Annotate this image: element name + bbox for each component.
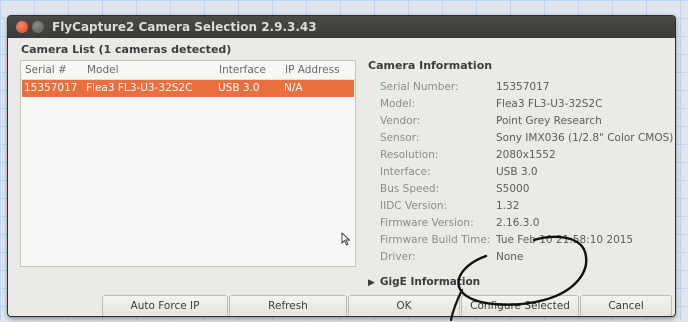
refresh-button[interactable]: Refresh <box>229 295 347 316</box>
info-value: Sony IMX036 (1/2.8" Color CMOS) <box>496 132 674 144</box>
configure-selected-button[interactable]: Configure Selected <box>461 295 579 316</box>
row-interface: USB 3.0 <box>218 82 260 94</box>
gige-information-expander[interactable]: ▶ GigE Information <box>368 276 480 288</box>
column-header-serial[interactable]: Serial # <box>25 64 67 76</box>
info-value: 2.16.3.0 <box>496 217 540 229</box>
info-label: Sensor: <box>380 132 420 144</box>
info-row-resolution: Resolution: 2080x1552 <box>380 149 675 165</box>
camera-list-title: Camera List (1 cameras detected) <box>21 43 232 56</box>
column-header-interface[interactable]: Interface <box>219 64 266 76</box>
info-row-iidc-version: IIDC Version: 1.32 <box>380 200 675 216</box>
info-value: Point Grey Research <box>496 115 602 127</box>
info-value: 15357017 <box>496 81 550 93</box>
info-value: None <box>496 251 524 263</box>
cancel-button[interactable]: Cancel <box>580 295 672 316</box>
info-value: USB 3.0 <box>496 166 538 178</box>
info-label: Resolution: <box>380 149 439 161</box>
close-icon[interactable] <box>16 21 28 33</box>
info-label: Serial Number: <box>380 81 459 93</box>
window-title: FlyCapture2 Camera Selection 2.9.3.43 <box>52 20 317 34</box>
info-label: Vendor: <box>380 115 421 127</box>
info-value: 2080x1552 <box>496 149 556 161</box>
info-row-driver: Driver: None <box>380 251 675 267</box>
info-row-firmware-build-time: Firmware Build Time: Tue Feb 10 21:58:10… <box>380 234 675 250</box>
info-row-model: Model: Flea3 FL3-U3-32S2C <box>380 98 675 114</box>
expander-arrow-icon: ▶ <box>368 278 375 288</box>
info-row-serial-number: Serial Number: 15357017 <box>380 81 675 97</box>
column-header-ip-address[interactable]: IP Address <box>285 64 340 76</box>
title-bar[interactable]: FlyCapture2 Camera Selection 2.9.3.43 <box>8 16 675 38</box>
info-label: IIDC Version: <box>380 200 448 212</box>
row-model: Flea3 FL3-U3-32S2C <box>86 82 193 94</box>
info-row-firmware-version: Firmware Version: 2.16.3.0 <box>380 217 675 233</box>
info-value: Tue Feb 10 21:58:10 2015 <box>496 234 634 246</box>
minimize-icon[interactable] <box>32 21 44 33</box>
mouse-pointer-icon <box>341 232 351 246</box>
dialog-button-bar: Auto Force IP Refresh OK Configure Selec… <box>8 295 675 316</box>
info-label: Firmware Build Time: <box>380 234 491 246</box>
camera-list-header: Serial # Model Interface IP Address <box>21 61 355 80</box>
gige-information-label: GigE Information <box>379 276 481 288</box>
info-row-vendor: Vendor: Point Grey Research <box>380 115 675 131</box>
info-value: 1.32 <box>496 200 520 212</box>
info-label: Driver: <box>380 251 416 263</box>
camera-selection-dialog: FlyCapture2 Camera Selection 2.9.3.43 Ca… <box>8 16 675 316</box>
auto-force-ip-button[interactable]: Auto Force IP <box>102 295 228 316</box>
row-ip-address: N/A <box>284 82 303 94</box>
info-value: S5000 <box>496 183 530 195</box>
info-label: Interface: <box>380 166 431 178</box>
ok-button[interactable]: OK <box>348 295 460 316</box>
info-value: Flea3 FL3-U3-32S2C <box>496 98 603 110</box>
camera-list[interactable]: Serial # Model Interface IP Address 1535… <box>20 60 356 267</box>
column-header-model[interactable]: Model <box>87 64 119 76</box>
row-serial: 15357017 <box>24 82 78 94</box>
camera-information-title: Camera Information <box>368 59 493 72</box>
info-label: Model: <box>380 98 416 110</box>
info-label: Bus Speed: <box>380 183 440 195</box>
camera-list-row-selected[interactable]: 15357017 Flea3 FL3-U3-32S2C USB 3.0 N/A <box>22 80 354 97</box>
info-label: Firmware Version: <box>380 217 474 229</box>
info-row-bus-speed: Bus Speed: S5000 <box>380 183 675 199</box>
info-row-sensor: Sensor: Sony IMX036 (1/2.8" Color CMOS) <box>380 132 675 148</box>
info-row-interface: Interface: USB 3.0 <box>380 166 675 182</box>
